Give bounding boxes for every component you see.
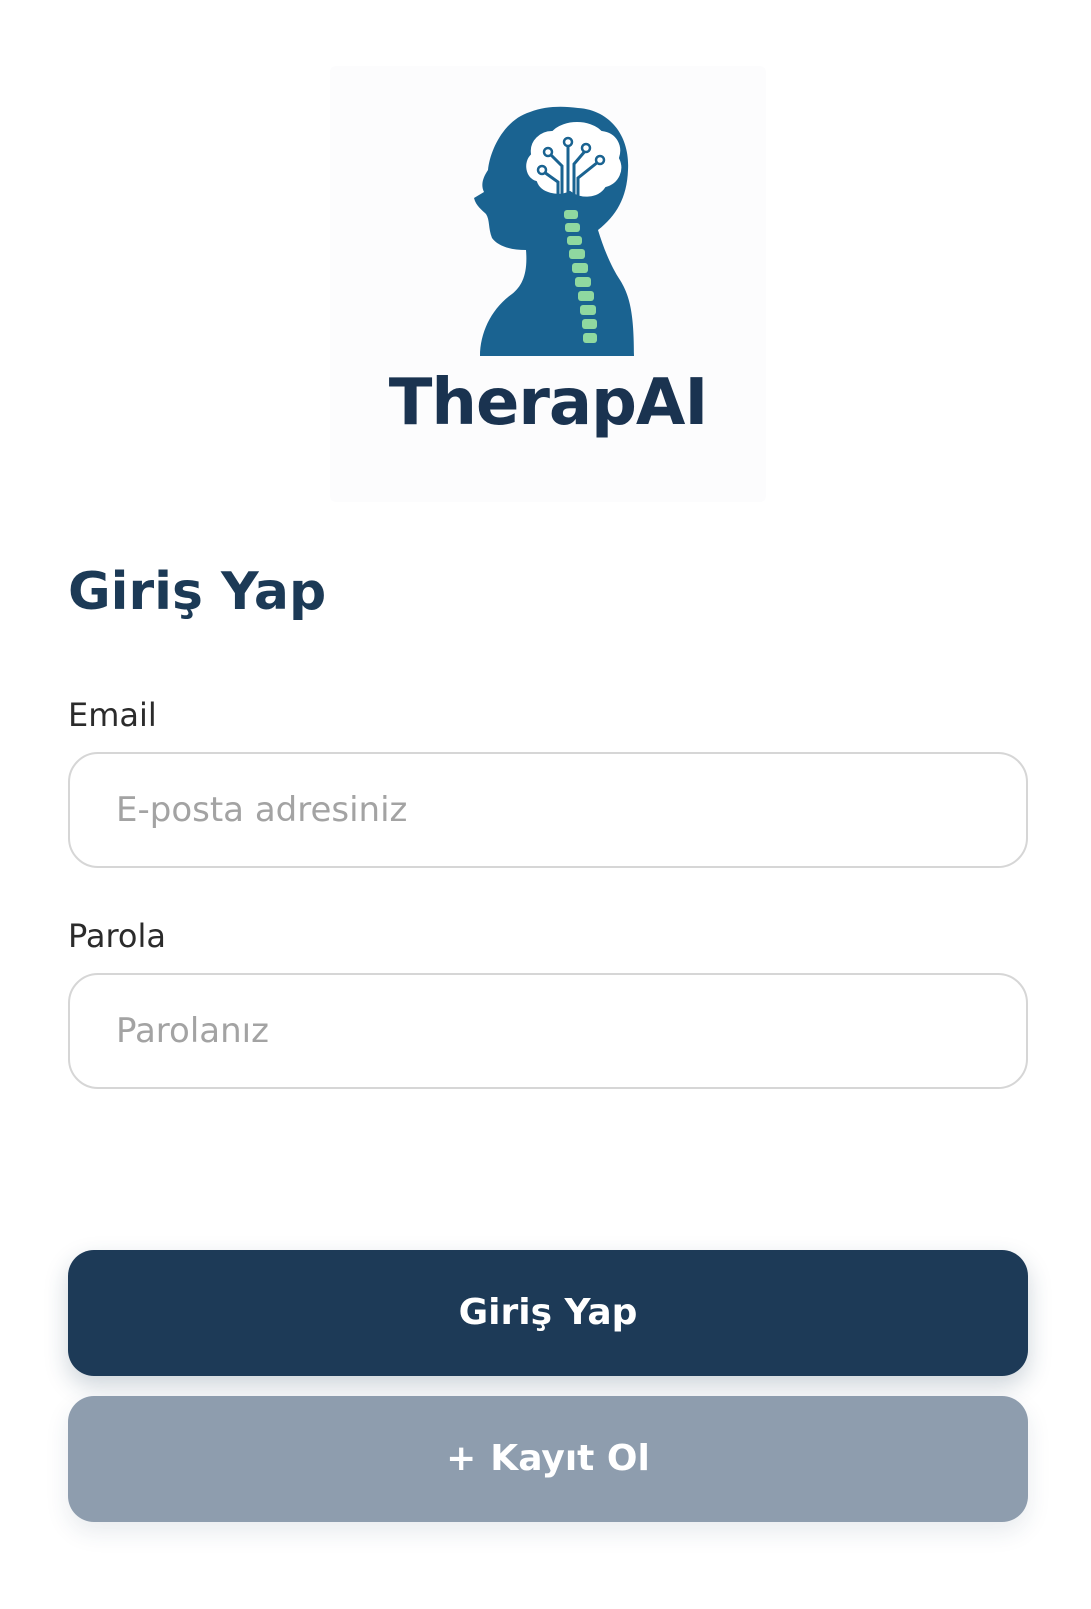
email-input[interactable] [68,752,1028,868]
page-title: Giriş Yap [68,562,327,622]
login-screen: TherapAI Giriş Yap Email Parola Giriş Ya… [0,0,1091,1609]
brand-logo: TherapAI [330,66,766,502]
brand-name: TherapAI [388,366,709,440]
register-button[interactable]: + Kayıt Ol [68,1396,1028,1522]
login-button-label: Giriş Yap [458,1292,638,1333]
password-input[interactable] [68,973,1028,1089]
plus-icon: + [446,1438,477,1479]
register-button-label: Kayıt Ol [490,1438,650,1479]
login-button[interactable]: Giriş Yap [68,1250,1028,1376]
password-label: Parola [68,917,166,955]
email-label: Email [68,696,157,734]
head-brain-spine-icon [474,106,634,356]
